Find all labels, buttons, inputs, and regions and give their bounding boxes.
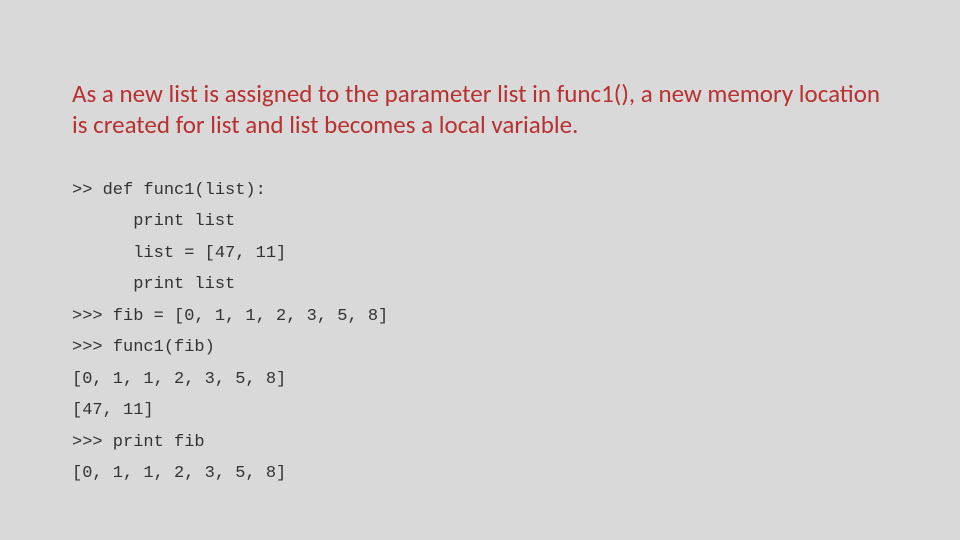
- code-line: [47, 11]: [72, 395, 388, 426]
- code-line: >>> func1(fib): [72, 332, 388, 363]
- slide: As a new list is assigned to the paramet…: [0, 0, 960, 540]
- code-block: >> def func1(list): print list list = [4…: [72, 175, 388, 489]
- code-line: >> def func1(list):: [72, 175, 388, 206]
- code-line: print list: [72, 206, 388, 237]
- slide-heading: As a new list is assigned to the paramet…: [72, 78, 892, 141]
- code-line: >>> fib = [0, 1, 1, 2, 3, 5, 8]: [72, 301, 388, 332]
- code-line: [0, 1, 1, 2, 3, 5, 8]: [72, 364, 388, 395]
- code-line: print list: [72, 269, 388, 300]
- code-line: >>> print fib: [72, 427, 388, 458]
- code-line: list = [47, 11]: [72, 238, 388, 269]
- code-line: [0, 1, 1, 2, 3, 5, 8]: [72, 458, 388, 489]
